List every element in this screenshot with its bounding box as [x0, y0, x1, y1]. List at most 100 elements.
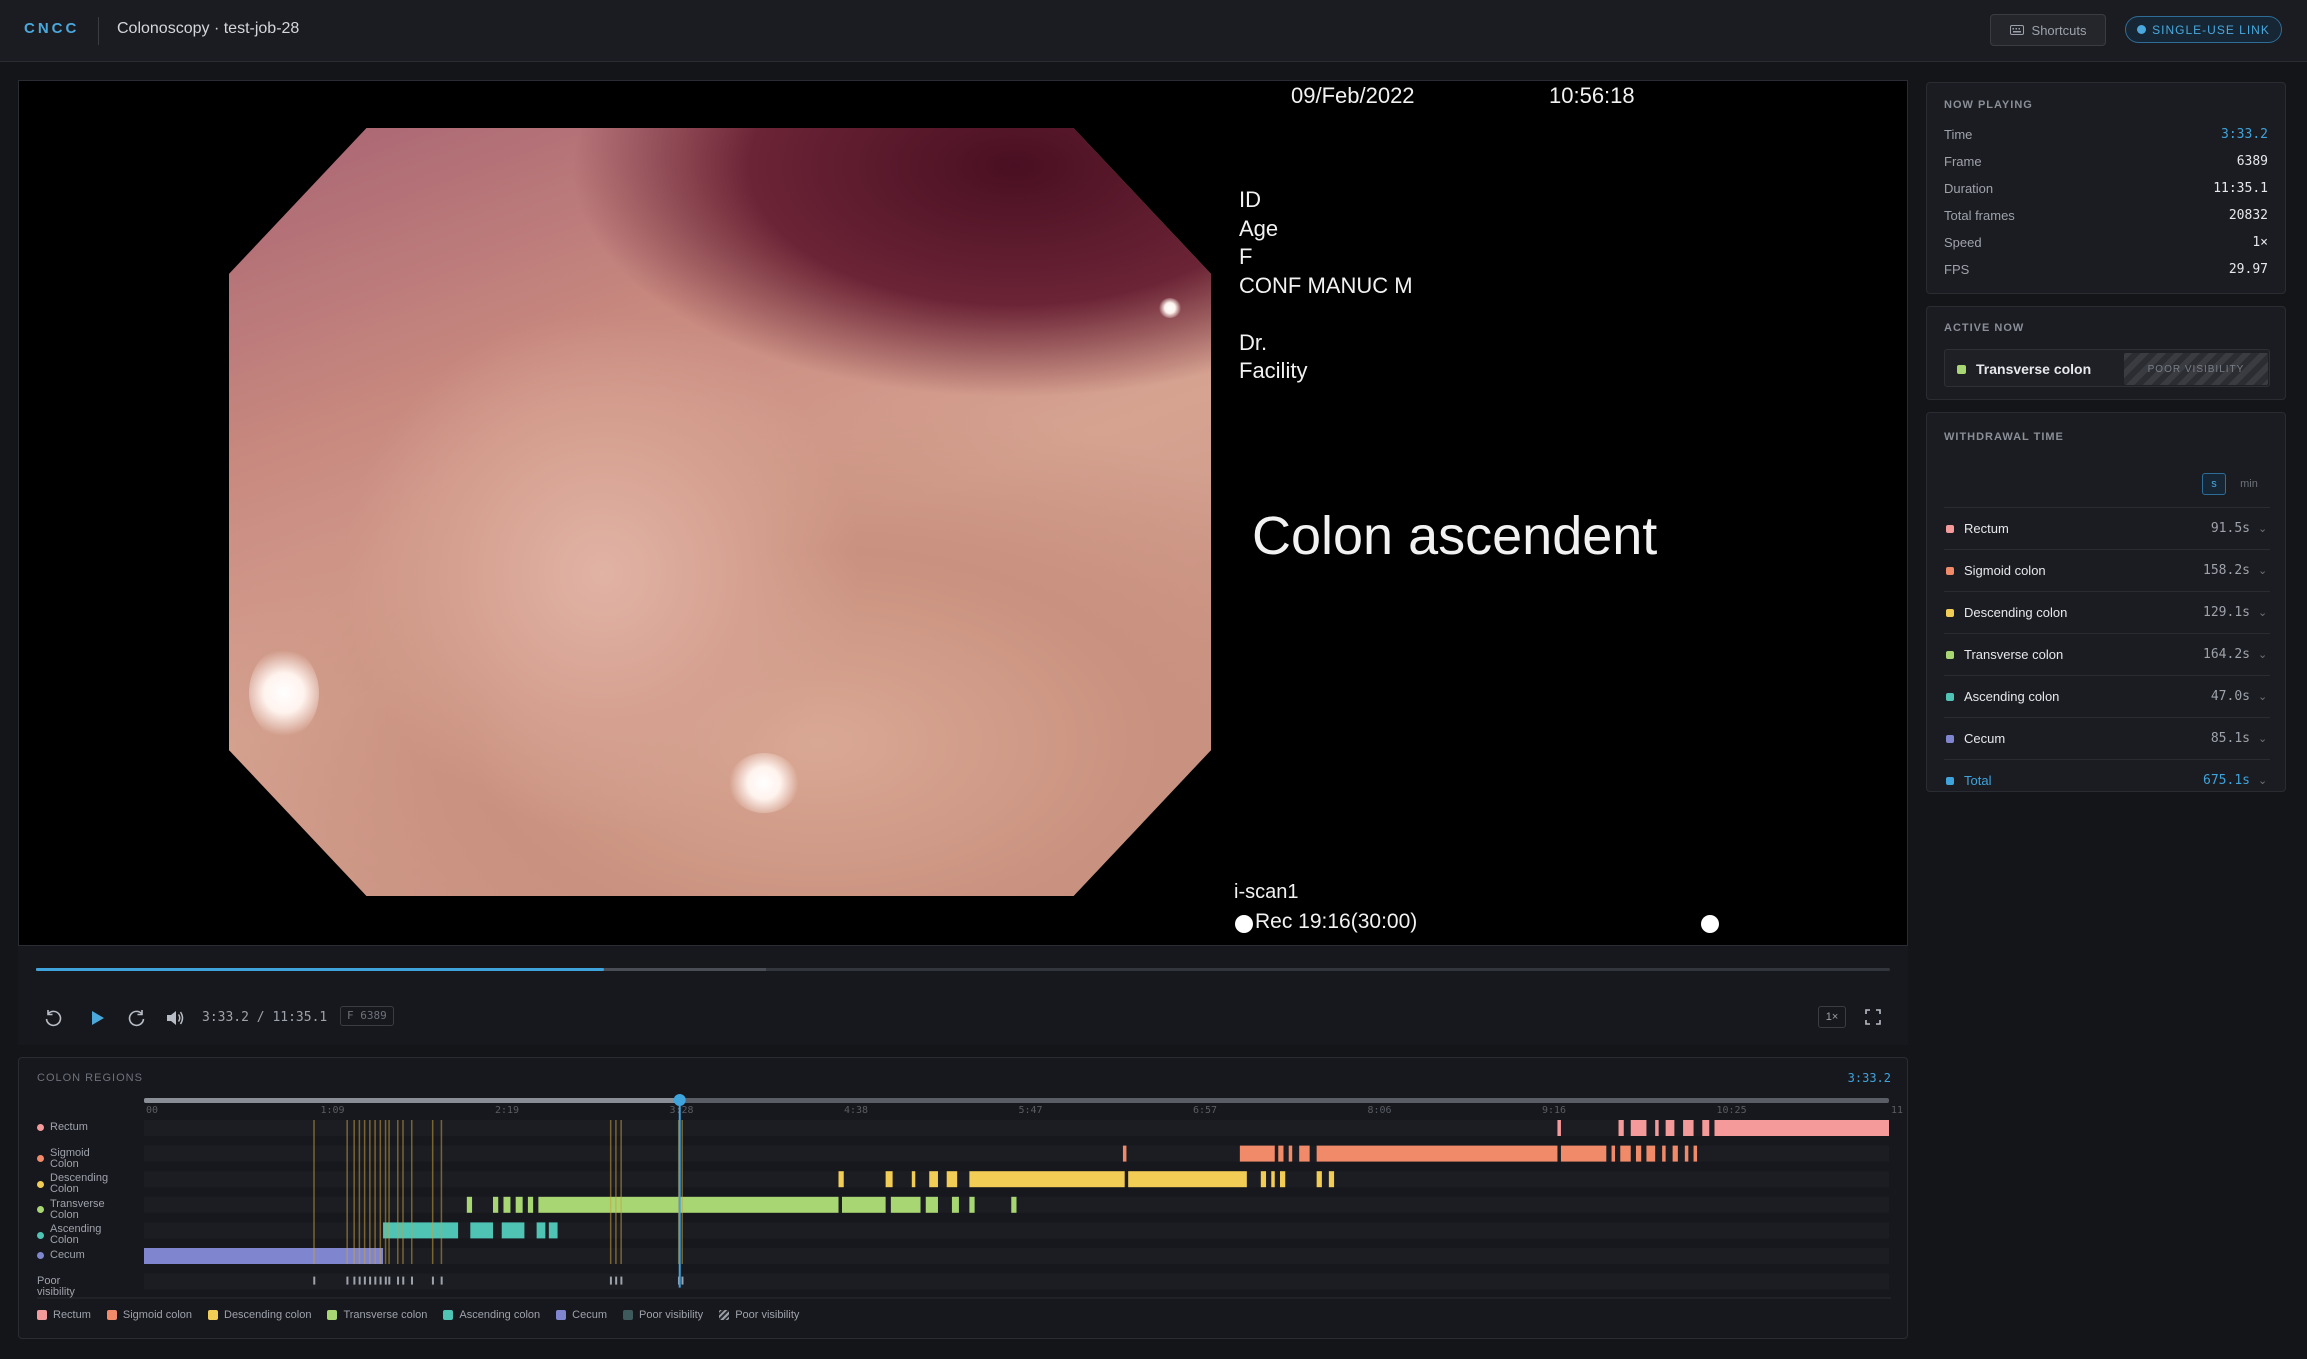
- endoscopy-video-frame[interactable]: [229, 128, 1211, 896]
- active-region-box: Transverse colon POOR VISIBILITY: [1944, 349, 2270, 387]
- now-playing-row: Time 3:33.2: [1944, 121, 2268, 147]
- top-bar: CNCC Colonoscopy · test-job-28 Shortcuts…: [0, 0, 2307, 62]
- row-label-text: Poor visibility: [37, 1274, 75, 1298]
- withdrawal-region-value: 158.2s: [2203, 563, 2250, 578]
- single-use-link-badge[interactable]: SINGLE-USE LINK: [2125, 16, 2282, 43]
- withdrawal-row[interactable]: Cecum 85.1s ⌄: [1944, 717, 2270, 759]
- timeline-segment: [1665, 1120, 1675, 1136]
- rewind-button[interactable]: [42, 1008, 64, 1030]
- legend-label: Cecum: [572, 1309, 607, 1321]
- poor-visibility-mark: [402, 1276, 405, 1285]
- now-playing-value: 6389: [2236, 153, 2268, 169]
- poor-visibility-stripe: [358, 1120, 361, 1264]
- legend-label: Rectum: [53, 1309, 91, 1321]
- timeline-segment: [911, 1171, 916, 1188]
- play-button[interactable]: [86, 1008, 108, 1030]
- speed-button[interactable]: 1×: [1818, 1006, 1846, 1028]
- poor-visibility-mark: [431, 1276, 434, 1285]
- withdrawal-time-card: WITHDRAWAL TIME s min Rectum 91.5s ⌄ Sig…: [1926, 412, 2286, 792]
- timeline-segment: [1683, 1120, 1694, 1136]
- chevron-down-icon[interactable]: ⌄: [2258, 732, 2270, 745]
- forward-button[interactable]: [126, 1008, 148, 1030]
- time-readout: 3:33.2 / 11:35.1: [202, 1010, 328, 1025]
- timeline-segment: [885, 1171, 893, 1188]
- app-logo[interactable]: CNCC: [24, 20, 79, 37]
- timeline-segment: [1620, 1145, 1631, 1162]
- chevron-down-icon[interactable]: ⌄: [2258, 522, 2270, 535]
- timeline-tick-label: 00: [146, 1105, 158, 1116]
- row-swatch: [37, 1155, 44, 1163]
- legend-item: Ascending colon: [443, 1309, 540, 1321]
- timeline-segment: [1328, 1171, 1335, 1188]
- poor-visibility-stripe: [384, 1120, 387, 1264]
- timeline-row-label: Transverse Colon: [37, 1198, 112, 1221]
- timeline-tick-label: 10:25: [1717, 1105, 1747, 1116]
- timeline-segment: [1702, 1120, 1710, 1136]
- poor-visibility-stripe: [313, 1120, 315, 1264]
- poor-visibility-stripe: [353, 1120, 355, 1264]
- shortcuts-button[interactable]: Shortcuts: [1990, 14, 2106, 46]
- legend-item: Poor visibility: [719, 1309, 799, 1321]
- poor-visibility-stripe: [615, 1120, 617, 1264]
- timeline-segment: [527, 1196, 534, 1213]
- now-playing-value: 11:35.1: [2213, 180, 2268, 196]
- now-playing-key: Time: [1944, 126, 1973, 142]
- osd-rec: Rec 19:16(30:00): [1255, 910, 1418, 933]
- timeline-segment: [1128, 1171, 1247, 1188]
- video-player[interactable]: 09/Feb/2022 10:56:18 ID Age F CONF MANUC…: [18, 80, 1908, 1045]
- timeline-row-label: Cecum: [37, 1250, 85, 1261]
- withdrawal-row[interactable]: Transverse colon 164.2s ⌄: [1944, 633, 2270, 675]
- row-label-text: Cecum: [50, 1249, 85, 1261]
- now-playing-key: Total frames: [1944, 207, 2015, 223]
- timeline-segment: [1239, 1145, 1275, 1162]
- timeline-segment: [1714, 1120, 1889, 1136]
- now-playing-title: NOW PLAYING: [1944, 99, 2033, 111]
- legend-item: Descending colon: [208, 1309, 311, 1321]
- withdrawal-row[interactable]: Ascending colon 47.0s ⌄: [1944, 675, 2270, 717]
- timeline-segment: [1611, 1145, 1616, 1162]
- withdrawal-region-label: Descending colon: [1964, 605, 2068, 620]
- keyboard-icon: [2009, 25, 2024, 35]
- withdrawal-row[interactable]: Rectum 91.5s ⌄: [1944, 507, 2270, 549]
- chevron-down-icon[interactable]: ⌄: [2258, 774, 2270, 787]
- timeline-segment: [969, 1196, 975, 1213]
- timeline-tick-label: 3:28: [670, 1105, 694, 1116]
- timeline-segment: [1316, 1145, 1558, 1162]
- volume-button[interactable]: [164, 1008, 186, 1030]
- withdrawal-region-value: 85.1s: [2210, 731, 2250, 746]
- unit-seconds-button[interactable]: s: [2202, 473, 2226, 495]
- shortcuts-label: Shortcuts: [2031, 22, 2087, 38]
- region-swatch: [1946, 692, 1954, 701]
- timeline-segment: [1122, 1145, 1127, 1162]
- region-timeline[interactable]: 00 1:09 2:19 3:28 4:38 5:47 6:57 8:06 9:16 10:25 1…: [19, 1058, 1909, 1340]
- poor-visibility-mark: [620, 1276, 623, 1285]
- timeline-tick-label: 6:57: [1193, 1105, 1217, 1116]
- withdrawal-row[interactable]: Descending colon 129.1s ⌄: [1944, 591, 2270, 633]
- poor-visibility-mark: [353, 1276, 356, 1285]
- timeline-legend: Rectum Sigmoid colon Descending colon Tr…: [37, 1309, 799, 1321]
- poor-visibility-stripe: [374, 1120, 376, 1264]
- legend-swatch: [443, 1310, 454, 1320]
- frame-badge: F 6389: [340, 1006, 394, 1026]
- timeline-row-track: [144, 1273, 1889, 1290]
- chevron-down-icon[interactable]: ⌄: [2258, 690, 2270, 703]
- legend-item: Transverse colon: [327, 1309, 427, 1321]
- legend-swatch: [208, 1310, 218, 1320]
- timeline-row-label: Descending Colon: [37, 1173, 112, 1195]
- withdrawal-row[interactable]: Sigmoid colon 158.2s ⌄: [1944, 549, 2270, 591]
- chevron-down-icon[interactable]: ⌄: [2258, 606, 2270, 619]
- row-swatch: [37, 1180, 44, 1188]
- unit-minutes-button[interactable]: min: [2232, 473, 2266, 495]
- timeline-segment: [501, 1222, 525, 1239]
- seek-bar[interactable]: [36, 968, 1890, 971]
- chevron-down-icon[interactable]: ⌄: [2258, 648, 2270, 661]
- withdrawal-region-label: Transverse colon: [1964, 647, 2064, 662]
- now-playing-row: Total frames 20832: [1944, 202, 2268, 228]
- timeline-segment: [890, 1196, 921, 1213]
- withdrawal-row[interactable]: Total 675.1s ⌄: [1944, 759, 2270, 801]
- colon-regions-panel: COLON REGIONS 3:33.2 00 1:09 2:19 3:28 4:38 5…: [18, 1057, 1908, 1339]
- poor-visibility-mark: [374, 1276, 377, 1285]
- timeline-segment: [383, 1222, 459, 1239]
- chevron-down-icon[interactable]: ⌄: [2258, 564, 2270, 577]
- fullscreen-button[interactable]: [1864, 1008, 1882, 1026]
